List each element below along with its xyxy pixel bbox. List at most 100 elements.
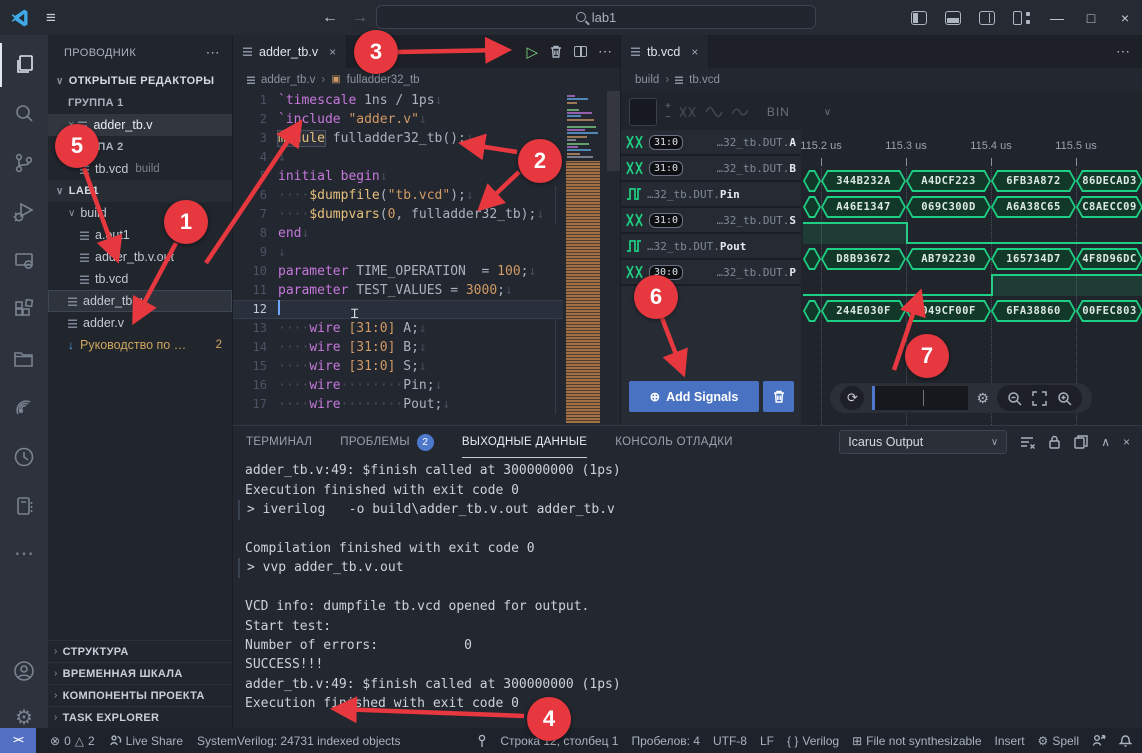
ports-icon[interactable]	[477, 734, 487, 748]
extensions-icon[interactable]	[0, 288, 48, 332]
code-line-4[interactable]: 4↓	[233, 148, 563, 167]
editor-more-icon[interactable]: ⋯	[598, 43, 612, 60]
zoom-fit-icon[interactable]	[1032, 391, 1047, 406]
encoding[interactable]: UTF-8	[713, 734, 747, 748]
code-line-2[interactable]: 2`include "adder.v"↓	[233, 110, 563, 129]
forward-icon[interactable]: →	[352, 9, 368, 27]
output-channel-select[interactable]: Icarus Output ∨	[839, 430, 1007, 454]
time-input[interactable]	[872, 386, 968, 410]
tab-close-icon[interactable]: ×	[691, 45, 698, 59]
run-debug-icon[interactable]	[0, 190, 48, 234]
code-line-11[interactable]: 11parameter TEST_VALUES = 3000;↓	[233, 281, 563, 300]
code-line-6[interactable]: 6····$dumpfile("tb.vcd");↓	[233, 186, 563, 205]
run-verilog-button[interactable]: ▷	[526, 43, 538, 61]
reload-icon[interactable]: ⟳	[840, 386, 864, 410]
minimize-button[interactable]: —	[1040, 0, 1074, 35]
tree-item[interactable]: adder_tb.v	[48, 290, 232, 312]
wave-breadcrumb[interactable]: build › tb.vcd	[621, 68, 1142, 91]
tree-item[interactable]: tb.vcd	[48, 268, 232, 290]
open-in-editor-icon[interactable]	[1074, 435, 1088, 449]
wave-row-Pin[interactable]	[801, 220, 1142, 246]
maximize-panel-icon[interactable]: ∧	[1101, 435, 1110, 449]
indentation[interactable]: Пробелов: 4	[631, 734, 700, 748]
live-share-button[interactable]: Live Share	[109, 734, 183, 748]
code-line-14[interactable]: 14····wire [31:0] B;↓	[233, 338, 563, 357]
code-line-12[interactable]: 12	[233, 300, 563, 319]
analog-wave2-icon[interactable]	[731, 106, 749, 118]
menu-icon[interactable]: ≡	[46, 8, 56, 28]
tree-item[interactable]: adder_tb.v.out	[48, 246, 232, 268]
minimap[interactable]	[564, 91, 606, 425]
sidebar-more-icon[interactable]: ⋯	[206, 44, 220, 61]
tab-close-icon[interactable]: ×	[329, 45, 336, 59]
spell-checker[interactable]: ⚙ Spell	[1038, 734, 1079, 748]
code-line-17[interactable]: 17····wire········Pout;↓	[233, 395, 563, 414]
source-control-icon[interactable]	[0, 141, 48, 185]
wave-row-B[interactable]: A46E1347069C300DA6A38C65C8AECC09	[801, 194, 1142, 220]
code-line-10[interactable]: 10parameter TIME_OPERATION = 100;↓	[233, 262, 563, 281]
toggle-sidebar-icon[interactable]	[911, 11, 927, 25]
tree-item[interactable]: adder.v	[48, 312, 232, 334]
zoom-in-icon[interactable]	[1057, 391, 1072, 406]
zoom-out-icon[interactable]	[1007, 391, 1022, 406]
code-line-7[interactable]: 7····$dumpvars(0, fulladder32_tb);↓	[233, 205, 563, 224]
delete-signals-button[interactable]	[763, 381, 794, 412]
signal-row-A[interactable]: 31:0…32_tb.DUT.A	[621, 130, 801, 156]
sidebar-section-КОМПОНЕНТЫ ПРОЕКТА[interactable]: ›КОМПОНЕНТЫ ПРОЕКТА	[48, 684, 232, 706]
synthesizable-status[interactable]: ⊞ File not synthesizable	[852, 734, 981, 748]
zoom-out-small-icon[interactable]: −	[665, 113, 671, 122]
tab-adder-tb[interactable]: adder_tb.v ×	[233, 35, 347, 68]
wave-row-A[interactable]: 344B232AA4DCF2236FB3A87286DECAD3	[801, 168, 1142, 194]
signal-row-B[interactable]: 31:0…32_tb.DUT.B	[621, 156, 801, 182]
format-select[interactable]: BIN	[767, 105, 790, 119]
command-search-input[interactable]: lab1	[376, 5, 816, 29]
language-status[interactable]: SystemVerilog: 24731 indexed objects	[197, 734, 400, 748]
close-panel-icon[interactable]: ×	[1123, 435, 1130, 449]
editor-scrollbar[interactable]	[607, 91, 620, 171]
tab-output[interactable]: ВЫХОДНЫЕ ДАННЫЕ	[462, 426, 587, 458]
toggle-panel-icon[interactable]	[945, 11, 961, 25]
notifications-bell-icon[interactable]	[1119, 734, 1132, 748]
tree-section[interactable]: ∨ОТКРЫТЫЕ РЕДАКТОРЫ	[48, 70, 232, 92]
code-line-13[interactable]: 13····wire [31:0] A;↓	[233, 319, 563, 338]
language-mode[interactable]: { } Verilog	[787, 734, 839, 748]
search-icon[interactable]	[0, 92, 48, 136]
notebook-extension-icon[interactable]	[0, 484, 48, 528]
wave-plot-area[interactable]: 115.2 us115.3 us115.4 us115.5 us 344B232…	[801, 130, 1142, 425]
breadcrumb-symbol[interactable]: fulladder32_tb	[347, 74, 420, 86]
clear-output-icon[interactable]	[1020, 436, 1035, 449]
wave-value-box[interactable]	[629, 98, 657, 126]
close-button[interactable]: ×	[1108, 0, 1142, 35]
sidebar-section-ВРЕМЕННАЯ ШКАЛА[interactable]: ›ВРЕМЕННАЯ ШКАЛА	[48, 662, 232, 684]
eol[interactable]: LF	[760, 734, 774, 748]
signal-row-Pout[interactable]: …32_tb.DUT.Pout	[621, 234, 801, 260]
sidebar-section-СТРУКТУРА[interactable]: ›СТРУКТУРА	[48, 640, 232, 662]
lock-icon[interactable]	[1048, 435, 1061, 449]
tab-debug-console[interactable]: КОНСОЛЬ ОТЛАДКИ	[615, 426, 733, 458]
code-editor[interactable]: 1`timescale 1ns / 1ps↓2`include "adder.v…	[233, 91, 563, 425]
explorer-icon[interactable]	[0, 43, 48, 87]
analog-wave-icon[interactable]	[705, 106, 723, 118]
problems-status[interactable]: ⊗ 0 △ 2	[50, 734, 95, 748]
tab-terminal[interactable]: ТЕРМИНАЛ	[246, 426, 312, 458]
wave-more-icon[interactable]: ⋯	[1116, 43, 1130, 60]
toggle-secondary-sidebar-icon[interactable]	[979, 11, 995, 25]
tab-problems[interactable]: ПРОБЛЕМЫ2	[340, 426, 434, 458]
wireless-extension-icon[interactable]	[0, 386, 48, 430]
tab-tb-vcd[interactable]: tb.vcd ×	[621, 35, 709, 68]
remote-explorer-icon[interactable]	[0, 239, 48, 283]
code-line-5[interactable]: 5initial begin↓	[233, 167, 563, 186]
signal-row-Pin[interactable]: …32_tb.DUT.Pin	[621, 182, 801, 208]
breadcrumb-file[interactable]: adder_tb.v	[261, 74, 315, 86]
trash-icon[interactable]	[549, 44, 563, 59]
sidebar-section-TASK EXPLORER[interactable]: ›TASK EXPLORER	[48, 706, 232, 728]
wave-row-S[interactable]: D8B93672AB792230165734D74F8D96DC	[801, 246, 1142, 272]
code-line-15[interactable]: 15····wire [31:0] S;↓	[233, 357, 563, 376]
more-views-icon[interactable]: ⋯	[0, 531, 48, 575]
project-folder-icon[interactable]	[0, 337, 48, 381]
wave-row-P[interactable]: 244E030F049CF00F6FA3886000FEC803	[801, 298, 1142, 324]
code-line-16[interactable]: 16····wire········Pin;↓	[233, 376, 563, 395]
signal-row-S[interactable]: 31:0…32_tb.DUT.S	[621, 208, 801, 234]
add-signals-button[interactable]: ⊕ Add Signals	[629, 381, 759, 412]
split-editor-icon[interactable]	[574, 46, 587, 57]
